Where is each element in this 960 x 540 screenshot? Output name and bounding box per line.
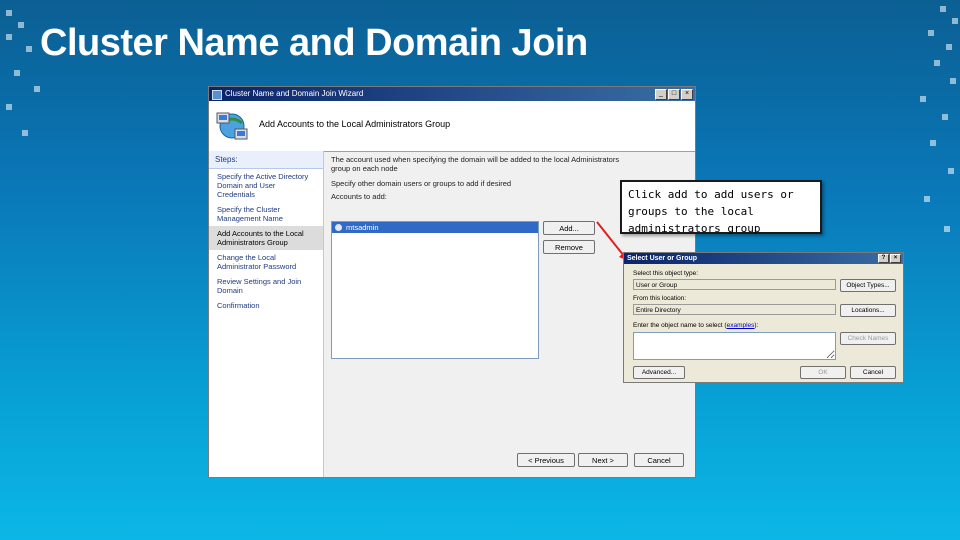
callout-text: Click add to add users or groups to the …: [628, 188, 794, 235]
page-description: The account used when specifying the dom…: [331, 155, 620, 173]
step-specify-domain[interactable]: Specify the Active Directory Domain and …: [209, 169, 323, 202]
select-user-dialog: Select User or Group ? × Select this obj…: [623, 252, 904, 383]
dialog-close-button[interactable]: ×: [890, 254, 901, 263]
help-button[interactable]: ?: [878, 254, 889, 263]
object-types-button[interactable]: Object Types...: [840, 279, 896, 292]
steps-heading: Steps:: [209, 151, 323, 169]
locations-button[interactable]: Locations...: [840, 304, 896, 317]
list-item[interactable]: mtsadmin: [332, 222, 538, 233]
enter-object-label: Enter the object name to select (example…: [633, 322, 759, 329]
accounts-list[interactable]: mtsadmin: [331, 221, 539, 359]
object-type-field: User or Group: [633, 279, 836, 290]
dialog-titlebar[interactable]: Select User or Group ? ×: [624, 253, 903, 264]
computers-network-icon: [216, 112, 248, 140]
dialog-cancel-button[interactable]: Cancel: [850, 366, 896, 379]
wizard-app-icon: [212, 90, 222, 100]
step-change-password[interactable]: Change the Local Administrator Password: [209, 250, 323, 274]
object-name-input[interactable]: [633, 332, 836, 360]
wizard-title: Cluster Name and Domain Join Wizard: [225, 89, 364, 98]
user-icon: [335, 224, 342, 231]
object-type-label: Select this object type:: [633, 270, 699, 277]
location-label: From this location:: [633, 295, 687, 302]
step-confirmation[interactable]: Confirmation: [209, 298, 323, 313]
remove-button[interactable]: Remove: [543, 240, 595, 254]
steps-pane: Steps: Specify the Active Directory Doma…: [209, 151, 324, 477]
check-names-button[interactable]: Check Names: [840, 332, 896, 345]
step-add-accounts[interactable]: Add Accounts to the Local Administrators…: [209, 226, 323, 250]
maximize-button[interactable]: □: [668, 89, 680, 100]
wizard-header: Add Accounts to the Local Administrators…: [209, 101, 695, 152]
decorative-dots-right: [880, 0, 960, 260]
minimize-button[interactable]: _: [655, 89, 667, 100]
ok-button[interactable]: OK: [800, 366, 846, 379]
advanced-button[interactable]: Advanced...: [633, 366, 685, 379]
enter-object-text: Enter the object name to select: [633, 322, 723, 329]
step-review-settings[interactable]: Review Settings and Join Domain: [209, 274, 323, 298]
wizard-titlebar[interactable]: Cluster Name and Domain Join Wizard _ □ …: [209, 87, 695, 101]
dialog-title: Select User or Group: [627, 255, 698, 262]
cancel-button[interactable]: Cancel: [634, 453, 684, 467]
instruction-callout: Click add to add users or groups to the …: [620, 180, 822, 235]
wizard-page-title: Add Accounts to the Local Administrators…: [259, 119, 451, 129]
step-specify-cluster-name[interactable]: Specify the Cluster Management Name: [209, 202, 323, 226]
location-field: Entire Directory: [633, 304, 836, 315]
next-button[interactable]: Next >: [578, 453, 628, 467]
account-name: mtsadmin: [346, 223, 379, 232]
previous-button[interactable]: < Previous: [517, 453, 575, 467]
close-button[interactable]: ×: [681, 89, 693, 100]
slide-title: Cluster Name and Domain Join: [40, 22, 588, 64]
examples-link[interactable]: examples: [727, 322, 755, 329]
add-button[interactable]: Add...: [543, 221, 595, 235]
